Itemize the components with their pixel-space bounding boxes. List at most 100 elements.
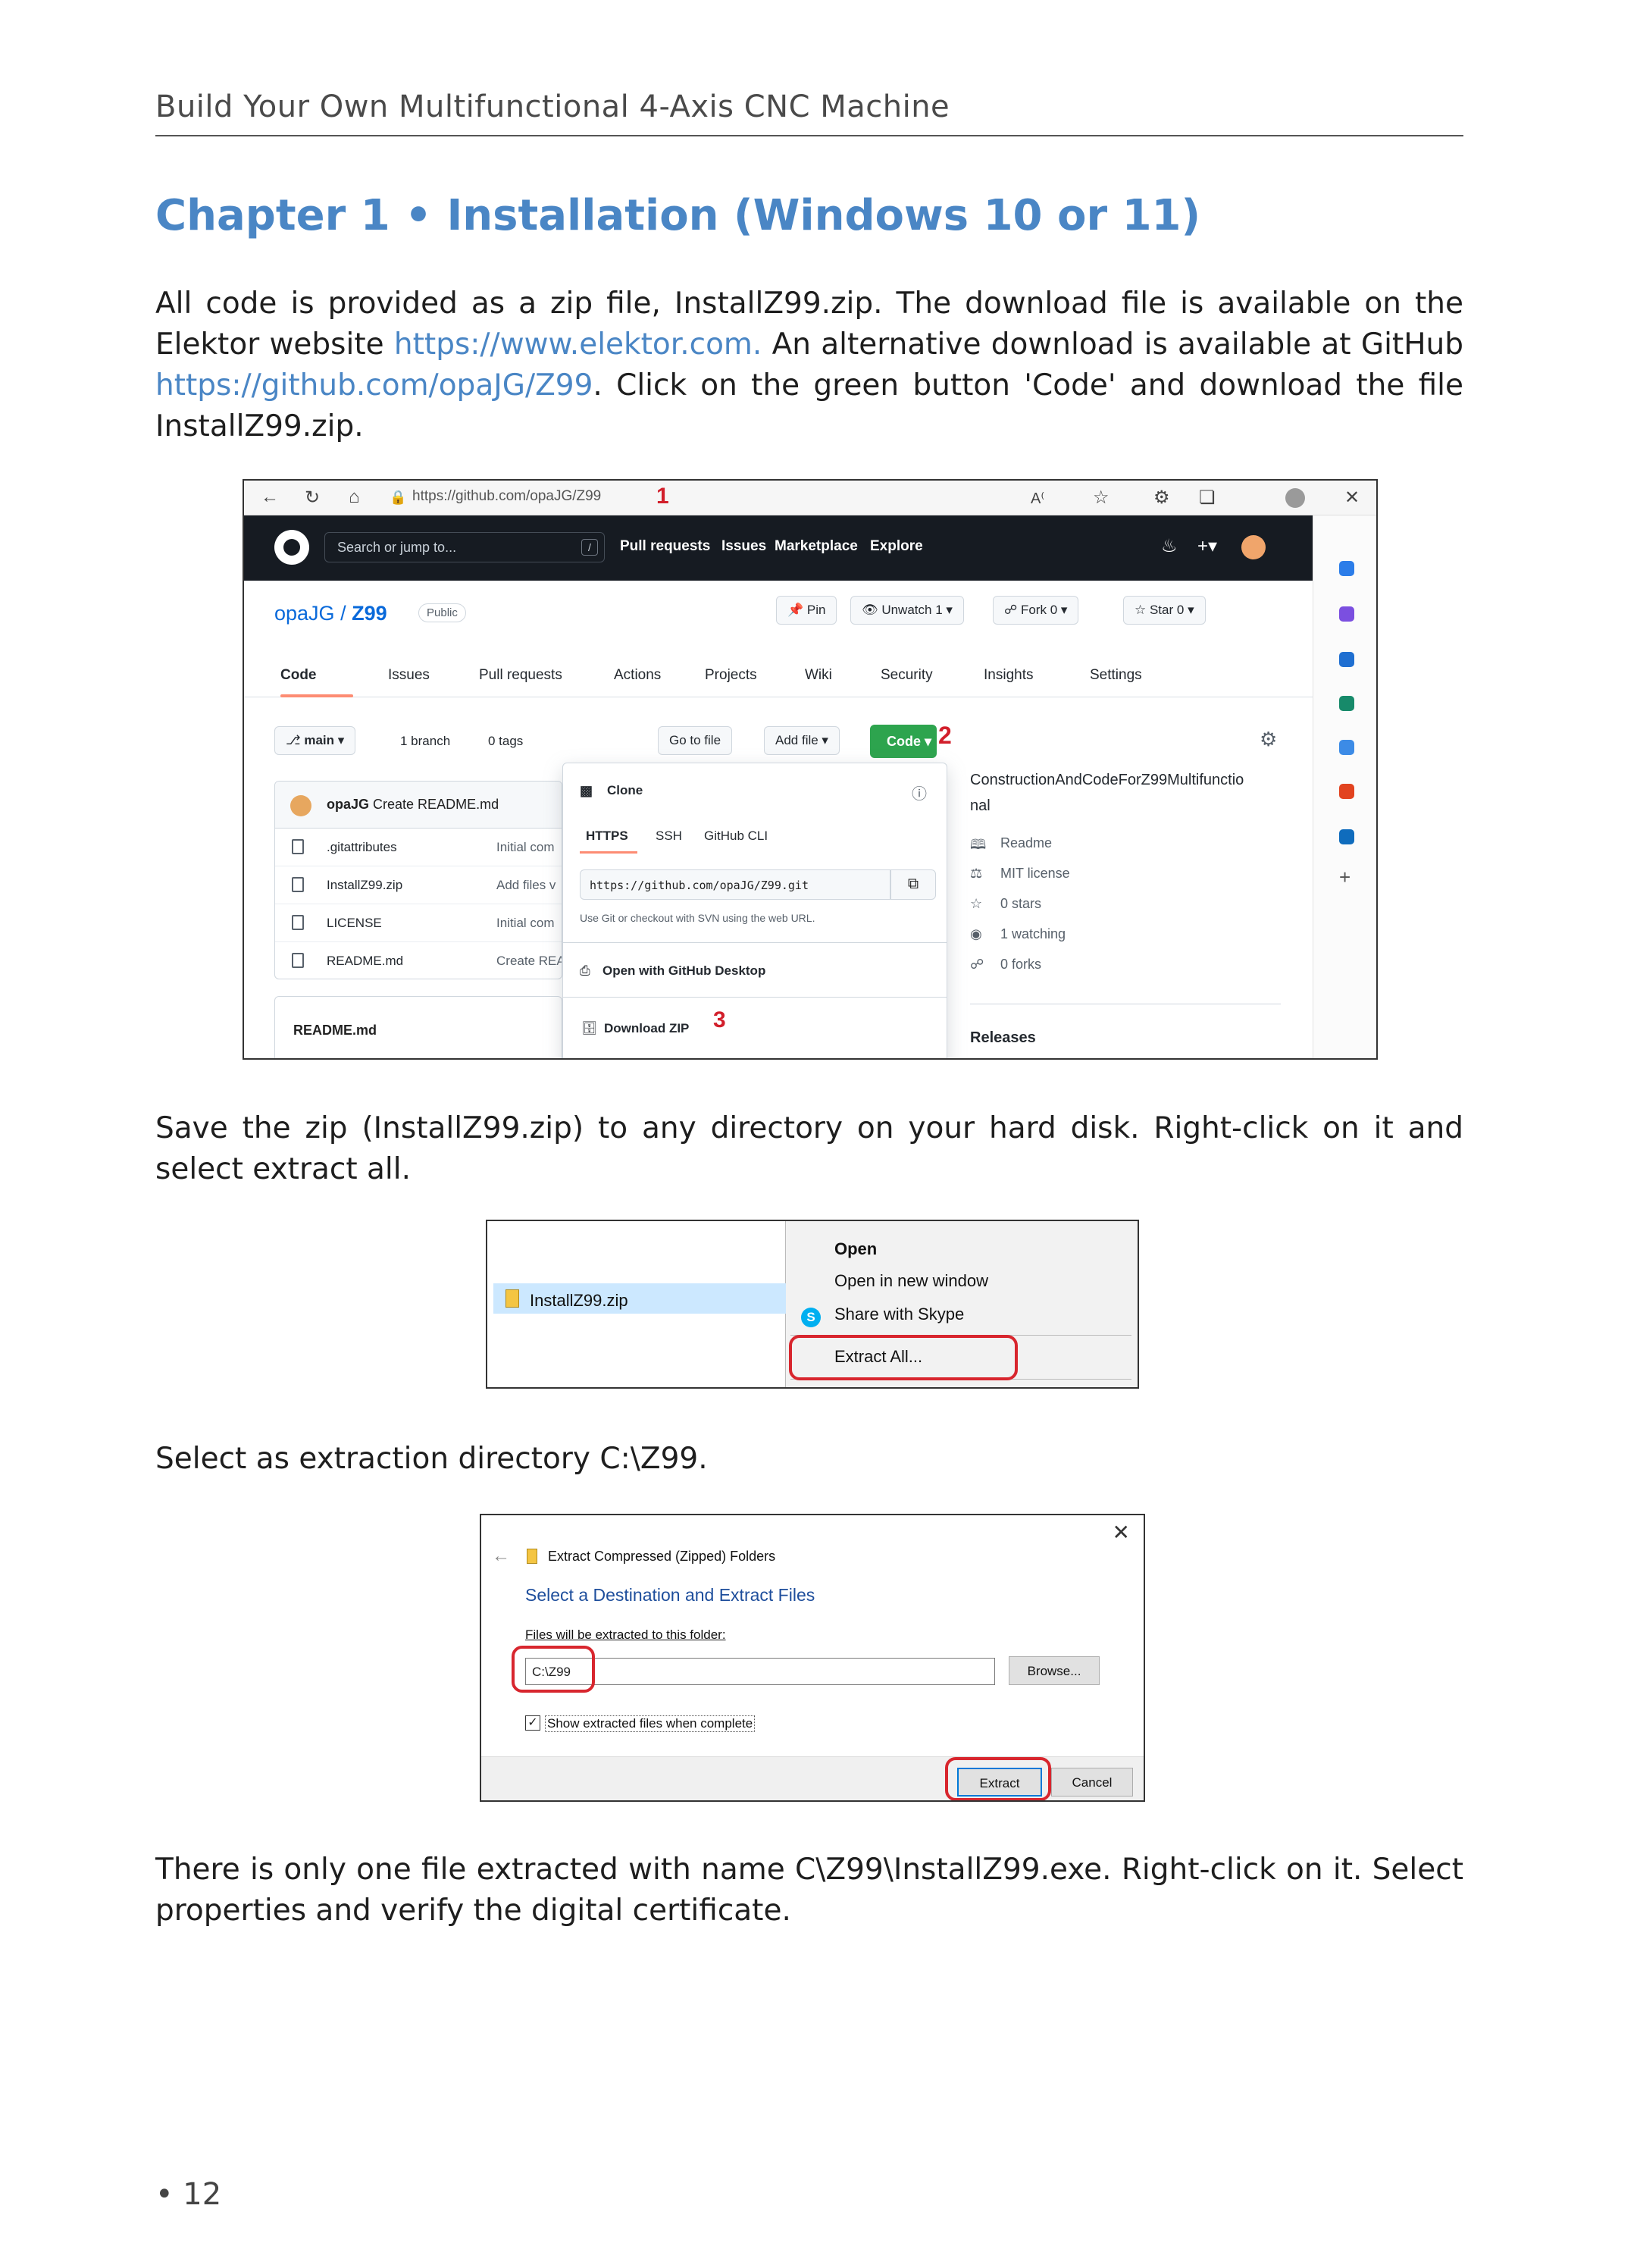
- menu-item-share-skype[interactable]: Share with Skype: [834, 1305, 964, 1324]
- watching-link[interactable]: 1 watching: [1000, 926, 1066, 942]
- star-button[interactable]: ☆ Star 0 ▾: [1123, 596, 1206, 625]
- copilot-icon[interactable]: [1339, 606, 1354, 622]
- nav-explore[interactable]: Explore: [870, 538, 923, 555]
- scale-icon: ⚖: [970, 866, 983, 881]
- search-input[interactable]: Search or jump to... /: [324, 532, 605, 562]
- file-row[interactable]: LICENSE Initial com: [275, 904, 562, 942]
- star-icon: ☆: [970, 896, 983, 911]
- plus-icon[interactable]: +▾: [1197, 535, 1217, 557]
- file-commit[interactable]: Initial com: [496, 916, 555, 931]
- add-file-button[interactable]: Add file ▾: [764, 726, 840, 755]
- tab-projects[interactable]: Projects: [705, 667, 757, 684]
- search-icon[interactable]: [1339, 561, 1354, 576]
- forks-link[interactable]: 0 forks: [1000, 957, 1041, 973]
- back-icon[interactable]: ←: [261, 487, 279, 508]
- address-bar[interactable]: https://github.com/opaJG/Z99: [412, 488, 601, 505]
- tab-pull-requests[interactable]: Pull requests: [479, 667, 562, 684]
- unwatch-count: 1: [935, 603, 943, 617]
- collections-icon[interactable]: ❏: [1199, 487, 1216, 509]
- fork-button[interactable]: ☍ Fork 0 ▾: [993, 596, 1079, 625]
- outlook-icon[interactable]: [1339, 829, 1354, 844]
- pin-button[interactable]: 📌 Pin: [776, 596, 837, 625]
- file-name[interactable]: README.md: [327, 954, 403, 969]
- refresh-icon[interactable]: ↻: [305, 487, 320, 509]
- commit-user[interactable]: opaJG: [327, 797, 369, 812]
- extensions-icon[interactable]: ⚙: [1153, 487, 1170, 509]
- browse-button[interactable]: Browse...: [1009, 1656, 1100, 1685]
- show-files-checkbox[interactable]: ✓: [525, 1715, 540, 1731]
- tab-insights[interactable]: Insights: [984, 667, 1033, 684]
- branch-select[interactable]: ⎇ main ▾: [274, 726, 356, 755]
- menu-item-open-new-window[interactable]: Open in new window: [834, 1271, 988, 1291]
- file-row[interactable]: .gitattributes Initial com: [275, 829, 562, 866]
- stars-link[interactable]: 0 stars: [1000, 896, 1041, 912]
- read-aloud-icon[interactable]: A⁽: [1031, 489, 1044, 508]
- file-name[interactable]: .gitattributes: [327, 840, 397, 855]
- tab-code[interactable]: Code: [280, 667, 317, 684]
- tab-security[interactable]: Security: [881, 667, 933, 684]
- clone-url-input[interactable]: https://github.com/opaJG/Z99.git: [580, 869, 890, 900]
- unwatch-button[interactable]: 👁 Unwatch 1 ▾: [850, 596, 964, 625]
- close-icon[interactable]: ✕: [1344, 487, 1360, 509]
- clone-tab-ssh[interactable]: SSH: [656, 829, 682, 844]
- tools-icon[interactable]: [1339, 696, 1354, 711]
- games-icon[interactable]: [1339, 740, 1354, 755]
- menu-item-open[interactable]: Open: [834, 1239, 877, 1259]
- commit-message[interactable]: Create README.md: [373, 797, 499, 812]
- tags-link[interactable]: 0 tags: [488, 734, 523, 749]
- favorites-icon[interactable]: ☆: [1093, 487, 1110, 509]
- tab-wiki[interactable]: Wiki: [805, 667, 832, 684]
- releases-heading[interactable]: Releases: [970, 1029, 1036, 1047]
- nav-marketplace[interactable]: Marketplace: [775, 538, 858, 555]
- clone-tab-cli[interactable]: GitHub CLI: [704, 829, 768, 844]
- desktop-icon: ⎙: [580, 963, 590, 978]
- file-explorer: InstallZ99.zip: [487, 1221, 786, 1387]
- nav-pull-requests[interactable]: Pull requests: [620, 538, 710, 555]
- avatar[interactable]: [1241, 535, 1266, 559]
- list-item[interactable]: InstallZ99.zip: [493, 1283, 786, 1314]
- profile-icon[interactable]: [1285, 488, 1305, 508]
- file-row[interactable]: README.md Create REA: [275, 942, 562, 979]
- file-name[interactable]: LICENSE: [327, 916, 382, 931]
- license-link[interactable]: MIT license: [1000, 866, 1070, 882]
- gear-icon[interactable]: ⚙: [1260, 728, 1277, 751]
- file-commit[interactable]: Create REA: [496, 954, 562, 969]
- cancel-button[interactable]: Cancel: [1051, 1768, 1133, 1797]
- copy-icon[interactable]: ⧉: [890, 869, 936, 900]
- lock-icon: 🔒: [390, 490, 407, 505]
- readme-link[interactable]: Readme: [1000, 835, 1052, 851]
- open-desktop-item[interactable]: Open with GitHub Desktop: [602, 963, 765, 979]
- tab-actions[interactable]: Actions: [614, 667, 661, 684]
- office-icon[interactable]: [1339, 784, 1354, 799]
- home-icon[interactable]: ⌂: [349, 487, 360, 508]
- clone-hint: Use Git or checkout with SVN using the w…: [580, 912, 815, 924]
- fork-label: Fork: [1020, 603, 1047, 617]
- tab-issues[interactable]: Issues: [388, 667, 430, 684]
- add-icon[interactable]: +: [1339, 866, 1350, 889]
- file-commit[interactable]: Initial com: [496, 840, 555, 855]
- file-commit[interactable]: Add files v: [496, 878, 556, 893]
- branches-link[interactable]: 1 branch: [400, 734, 450, 749]
- file-row[interactable]: InstallZ99.zip Add files v: [275, 866, 562, 904]
- checkbox-label[interactable]: Show extracted files when complete: [545, 1715, 756, 1732]
- go-to-file-button[interactable]: Go to file: [658, 726, 733, 755]
- clone-tab-https[interactable]: HTTPS: [586, 829, 628, 844]
- code-button[interactable]: Code ▾: [870, 725, 937, 758]
- download-zip-item[interactable]: Download ZIP: [604, 1021, 689, 1036]
- folder-label: Files will be extracted to this folder:: [525, 1627, 726, 1642]
- repo-name[interactable]: Z99: [352, 602, 387, 625]
- back-arrow-icon[interactable]: ←: [492, 1546, 510, 1567]
- shopping-icon[interactable]: [1339, 652, 1354, 667]
- destination-input[interactable]: C:\Z99: [525, 1658, 995, 1685]
- repo-owner[interactable]: opaJG: [274, 602, 335, 625]
- github-logo-icon[interactable]: [274, 530, 309, 565]
- close-icon[interactable]: ✕: [1113, 1520, 1130, 1545]
- github-link[interactable]: https://github.com/opaJG/Z99: [155, 368, 593, 403]
- file-name[interactable]: InstallZ99.zip: [327, 878, 402, 893]
- bell-icon[interactable]: ♨: [1161, 535, 1178, 557]
- zip-file-name[interactable]: InstallZ99.zip: [530, 1291, 628, 1311]
- tab-settings[interactable]: Settings: [1090, 667, 1142, 684]
- nav-issues[interactable]: Issues: [721, 538, 766, 555]
- elektor-link[interactable]: https://www.elektor.com.: [394, 327, 762, 362]
- help-icon[interactable]: ⓘ: [912, 782, 927, 804]
